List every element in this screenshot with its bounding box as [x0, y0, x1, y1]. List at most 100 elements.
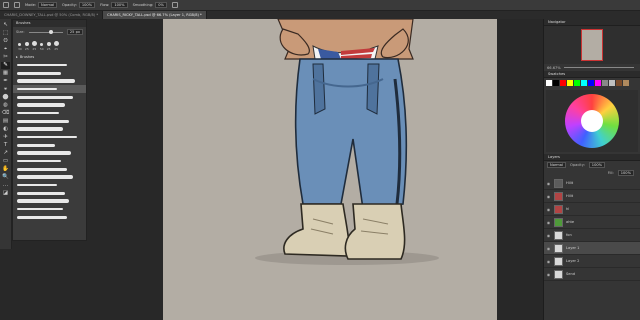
tool-icon[interactable]: ✈	[1, 134, 10, 141]
zoom-slider[interactable]	[563, 67, 634, 68]
layer-row[interactable]: ◉ fon	[544, 229, 640, 242]
brush-item[interactable]	[13, 213, 86, 221]
tool-icon[interactable]: ↗	[1, 150, 10, 157]
brush-item[interactable]	[13, 165, 86, 173]
brush-preset[interactable]: 25	[31, 41, 37, 51]
color-swatch[interactable]	[553, 80, 559, 86]
navigator-preview[interactable]	[544, 26, 640, 64]
visibility-eye-icon[interactable]: ◉	[546, 220, 551, 225]
brush-item[interactable]	[13, 77, 86, 85]
smoothing-value[interactable]: 0%	[155, 2, 167, 8]
brush-item[interactable]	[13, 149, 86, 157]
visibility-eye-icon[interactable]: ◉	[546, 233, 551, 238]
brush-item[interactable]	[13, 157, 86, 165]
tool-icon[interactable]: …	[1, 182, 10, 189]
opacity-option[interactable]: Opacity: 100%	[62, 2, 96, 8]
color-swatch[interactable]	[567, 80, 573, 86]
color-swatch[interactable]	[581, 80, 587, 86]
tool-icon[interactable]: ▤	[1, 118, 10, 125]
brush-item[interactable]	[13, 125, 86, 133]
color-swatch[interactable]	[588, 80, 594, 86]
brush-item[interactable]	[13, 173, 86, 181]
brush-item[interactable]	[13, 109, 86, 117]
layer-row[interactable]: ◉ Hilit	[544, 190, 640, 203]
brush-item[interactable]	[13, 69, 86, 77]
tool-icon[interactable]: ✎	[1, 62, 10, 69]
tool-icon[interactable]: ✒	[1, 78, 10, 85]
visibility-eye-icon[interactable]: ◉	[546, 194, 551, 199]
swatches-title[interactable]: Swatches	[544, 71, 640, 78]
tab-downey[interactable]: CHARIS_DOWNEY_TALL.psd @ 50% (Comb, RGB/…	[0, 11, 104, 19]
document-canvas[interactable]	[163, 19, 497, 320]
tool-icon[interactable]: ▦	[1, 70, 10, 77]
brush-group[interactable]: ▸ Brushes	[13, 53, 86, 61]
layer-row[interactable]: ◉ Hilit	[544, 177, 640, 190]
layer-opacity-value[interactable]: 100%	[588, 162, 606, 168]
brush-preset[interactable]: 25	[46, 42, 51, 51]
visibility-eye-icon[interactable]: ◉	[546, 207, 551, 212]
size-slider[interactable]	[28, 29, 63, 34]
tool-icon[interactable]: ◪	[1, 190, 10, 197]
zoom-value[interactable]: 66.67%	[547, 66, 561, 70]
layer-row[interactable]: ◉ Layer 2	[544, 255, 640, 268]
brush-item[interactable]	[13, 133, 86, 141]
mode-option[interactable]: Mode: Normal	[25, 2, 58, 8]
brush-item[interactable]	[13, 101, 86, 109]
layers-title[interactable]: Layers	[544, 154, 640, 161]
brush-preset[interactable]: 25	[53, 41, 59, 51]
size-value[interactable]: 25 px	[66, 29, 83, 35]
size-slider-handle[interactable]	[49, 29, 54, 34]
visibility-eye-icon[interactable]: ◉	[546, 259, 551, 264]
visibility-eye-icon[interactable]: ◉	[546, 181, 551, 186]
visibility-eye-icon[interactable]: ◉	[546, 272, 551, 277]
color-swatch[interactable]	[574, 80, 580, 86]
tool-icon[interactable]: ⬤	[1, 94, 10, 101]
color-swatch[interactable]	[560, 80, 566, 86]
tool-icon[interactable]: ✋	[1, 166, 10, 173]
tab-ricky[interactable]: CHARIS_RICKY_TALL.psd @ 66.7% (Layer 1, …	[103, 11, 207, 19]
color-wheel-ring[interactable]	[565, 94, 619, 148]
layer-row[interactable]: ◉ Send	[544, 268, 640, 281]
brush-tool-icon[interactable]	[14, 2, 20, 8]
fill-value[interactable]: 100%	[617, 170, 634, 176]
color-swatch[interactable]	[609, 80, 615, 86]
brush-item[interactable]	[13, 181, 86, 189]
color-swatch[interactable]	[595, 80, 601, 86]
tool-icon[interactable]: ⚹	[1, 86, 10, 93]
brush-preset[interactable]: 30	[18, 43, 22, 51]
brush-preset[interactable]: 25	[24, 42, 29, 51]
color-swatch[interactable]	[546, 80, 552, 86]
brush-item[interactable]	[13, 205, 86, 213]
color-swatch[interactable]	[602, 80, 608, 86]
navigator-title[interactable]: Navigator	[544, 19, 640, 26]
visibility-eye-icon[interactable]: ◉	[546, 246, 551, 251]
tool-icon[interactable]: ⌫	[1, 110, 10, 117]
brush-item[interactable]	[13, 85, 86, 93]
layer-row[interactable]: ◉ ahte	[544, 216, 640, 229]
brush-preset[interactable]: 50	[40, 43, 44, 51]
settings-gear-icon[interactable]	[171, 2, 178, 8]
flow-option[interactable]: Flow: 100%	[100, 2, 128, 8]
tool-icon[interactable]: ↖	[1, 22, 10, 29]
tool-icon[interactable]: 🔍	[1, 174, 10, 181]
smoothing-option[interactable]: Smoothing: 0%	[133, 2, 167, 8]
tool-icon[interactable]: ✂	[1, 54, 10, 61]
brush-item[interactable]	[13, 189, 86, 197]
tool-icon[interactable]: ⌖	[1, 46, 10, 53]
mode-value[interactable]: Normal	[38, 2, 58, 8]
brush-item[interactable]	[13, 141, 86, 149]
layer-row[interactable]: ◉ hl	[544, 203, 640, 216]
home-icon[interactable]	[3, 2, 9, 8]
flow-value[interactable]: 100%	[111, 2, 128, 8]
tool-icon[interactable]: ʘ	[1, 38, 10, 45]
brush-item[interactable]	[13, 61, 86, 69]
tool-icon[interactable]: ◍	[1, 102, 10, 109]
brush-item[interactable]	[13, 93, 86, 101]
tool-icon[interactable]: ⬚	[1, 30, 10, 37]
brush-item[interactable]	[13, 197, 86, 205]
tool-icon[interactable]: T	[1, 142, 10, 149]
brush-item[interactable]	[13, 117, 86, 125]
layer-row[interactable]: ◉ Layer 1	[544, 242, 640, 255]
color-swatch[interactable]	[623, 80, 629, 86]
color-wheel[interactable]	[546, 90, 638, 152]
